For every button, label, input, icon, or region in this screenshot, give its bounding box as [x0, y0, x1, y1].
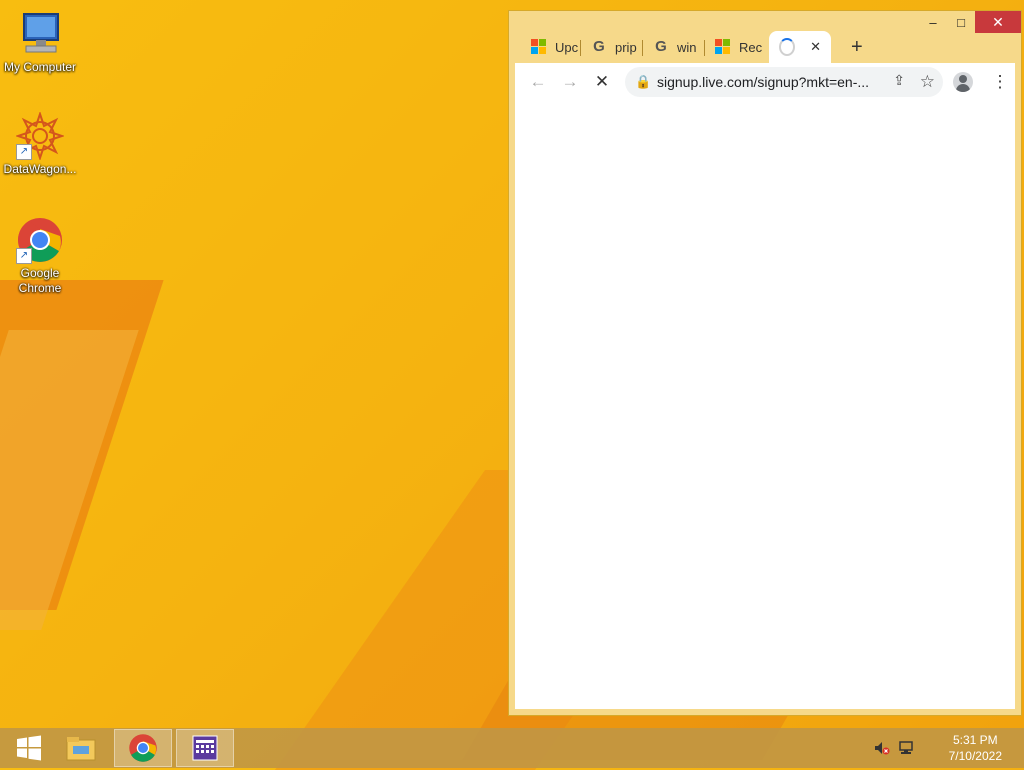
tab-strip: Upc G prip G win Rec ✕ +	[515, 29, 1015, 63]
desktop-icon-my-computer[interactable]: My Computer	[0, 10, 80, 75]
tab-win[interactable]: G win	[643, 31, 705, 63]
start-button[interactable]	[0, 729, 58, 767]
loading-spinner-icon	[779, 38, 795, 56]
taskbar-file-explorer[interactable]	[52, 729, 110, 767]
clock-time: 5:31 PM	[952, 733, 998, 747]
forward-icon[interactable]: →	[559, 71, 581, 93]
stop-loading-icon[interactable]: ✕	[591, 71, 613, 93]
wallpaper-shape	[0, 280, 164, 610]
clock-date: 7/10/2022	[948, 749, 1002, 763]
desktop-icon-label: DataWagon...	[3, 162, 77, 176]
microsoft-icon	[531, 39, 547, 55]
app-icon	[192, 735, 218, 761]
tab-title: prip	[615, 39, 637, 55]
google-icon: G	[593, 38, 605, 55]
taskbar: 5:31 PM 7/10/2022	[0, 728, 1024, 768]
address-bar[interactable]: 🔒 signup.live.com/signup?mkt=en-... ⇪ ☆	[625, 67, 943, 97]
network-icon[interactable]	[898, 740, 914, 756]
bookmark-star-icon[interactable]: ☆	[920, 72, 935, 92]
tab-title: Upc	[555, 39, 579, 55]
url-text: signup.live.com/signup?mkt=en-...	[657, 74, 870, 90]
chrome-icon: ↗	[16, 216, 64, 264]
google-icon: G	[655, 38, 667, 55]
close-tab-icon[interactable]: ✕	[810, 39, 821, 55]
folder-icon	[66, 737, 96, 761]
wallpaper-shape	[0, 330, 139, 630]
volume-muted-icon[interactable]	[874, 740, 890, 756]
tab-upc[interactable]: Upc	[521, 31, 581, 63]
share-icon[interactable]: ⇪	[893, 72, 905, 89]
datawagon-icon: ↗	[14, 110, 66, 162]
desktop-icon-label: Google Chrome	[18, 266, 62, 295]
windows-logo-icon	[17, 735, 41, 761]
desktop-icon-label: My Computer	[3, 60, 77, 74]
tab-rec[interactable]: Rec	[705, 31, 767, 63]
tab-title: win	[677, 39, 697, 55]
lock-icon: 🔒	[635, 74, 652, 89]
shortcut-arrow-icon: ↗	[16, 144, 32, 160]
menu-icon[interactable]: ⋮	[989, 71, 1011, 93]
chrome-icon	[129, 734, 157, 762]
tab-active-loading[interactable]: ✕	[769, 31, 831, 63]
computer-icon	[16, 10, 64, 58]
microsoft-icon	[715, 39, 731, 55]
chrome-window: – □ ✕ Upc G prip G win Rec ✕ + ← → ✕ 🔒 s…	[508, 10, 1022, 716]
back-icon[interactable]: ←	[527, 71, 549, 93]
desktop-icon-google-chrome[interactable]: ↗ Google Chrome	[0, 216, 80, 296]
shortcut-arrow-icon: ↗	[16, 248, 32, 264]
desktop-icon-datawagon[interactable]: ↗ DataWagon...	[0, 110, 80, 177]
taskbar-app[interactable]	[176, 729, 234, 767]
taskbar-chrome[interactable]	[114, 729, 172, 767]
page-content	[515, 101, 1015, 709]
profile-avatar-icon[interactable]	[953, 72, 973, 92]
tab-prip[interactable]: G prip	[581, 31, 643, 63]
browser-toolbar: ← → ✕ 🔒 signup.live.com/signup?mkt=en-..…	[515, 63, 1015, 102]
tab-title: Rec	[739, 39, 763, 55]
system-clock[interactable]: 5:31 PM 7/10/2022	[949, 732, 1002, 764]
new-tab-button[interactable]: +	[851, 37, 863, 57]
